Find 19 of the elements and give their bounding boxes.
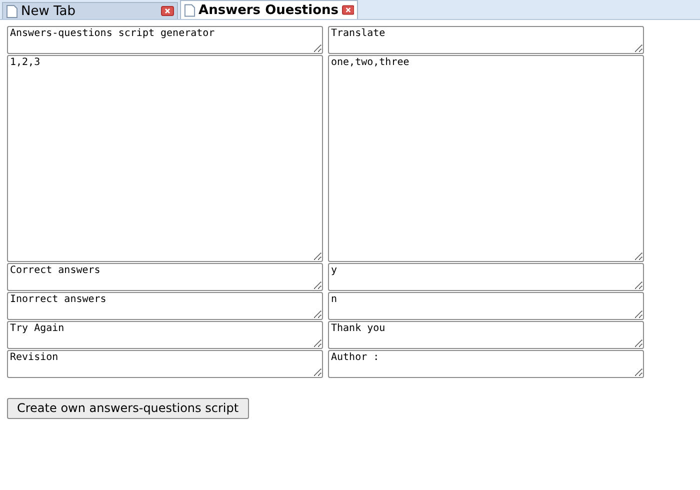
tab[interactable]: New Tab (2, 2, 178, 19)
page-icon (184, 4, 196, 16)
text-field[interactable]: Inorrect answers (7, 292, 323, 320)
text-field[interactable]: Thank you (328, 321, 644, 349)
create-script-button[interactable]: Create own answers-questions script (7, 398, 249, 418)
text-field[interactable]: Author : (328, 350, 644, 378)
text-field[interactable]: n (328, 292, 644, 320)
close-icon[interactable] (161, 6, 174, 16)
text-field[interactable]: y (328, 263, 644, 291)
tab[interactable]: Answers Ouestions (180, 0, 358, 19)
text-field[interactable]: Answers-questions script generator (7, 26, 323, 54)
close-icon[interactable] (342, 5, 354, 15)
text-field[interactable]: Correct answers (7, 263, 323, 291)
text-field[interactable]: one,two,three (328, 55, 644, 262)
page-icon (6, 4, 18, 18)
text-field[interactable]: Revision (7, 350, 323, 378)
text-field[interactable]: 1,2,3 (7, 55, 323, 262)
text-field[interactable]: Translate (328, 26, 644, 54)
text-field[interactable]: Try Again (7, 321, 323, 349)
